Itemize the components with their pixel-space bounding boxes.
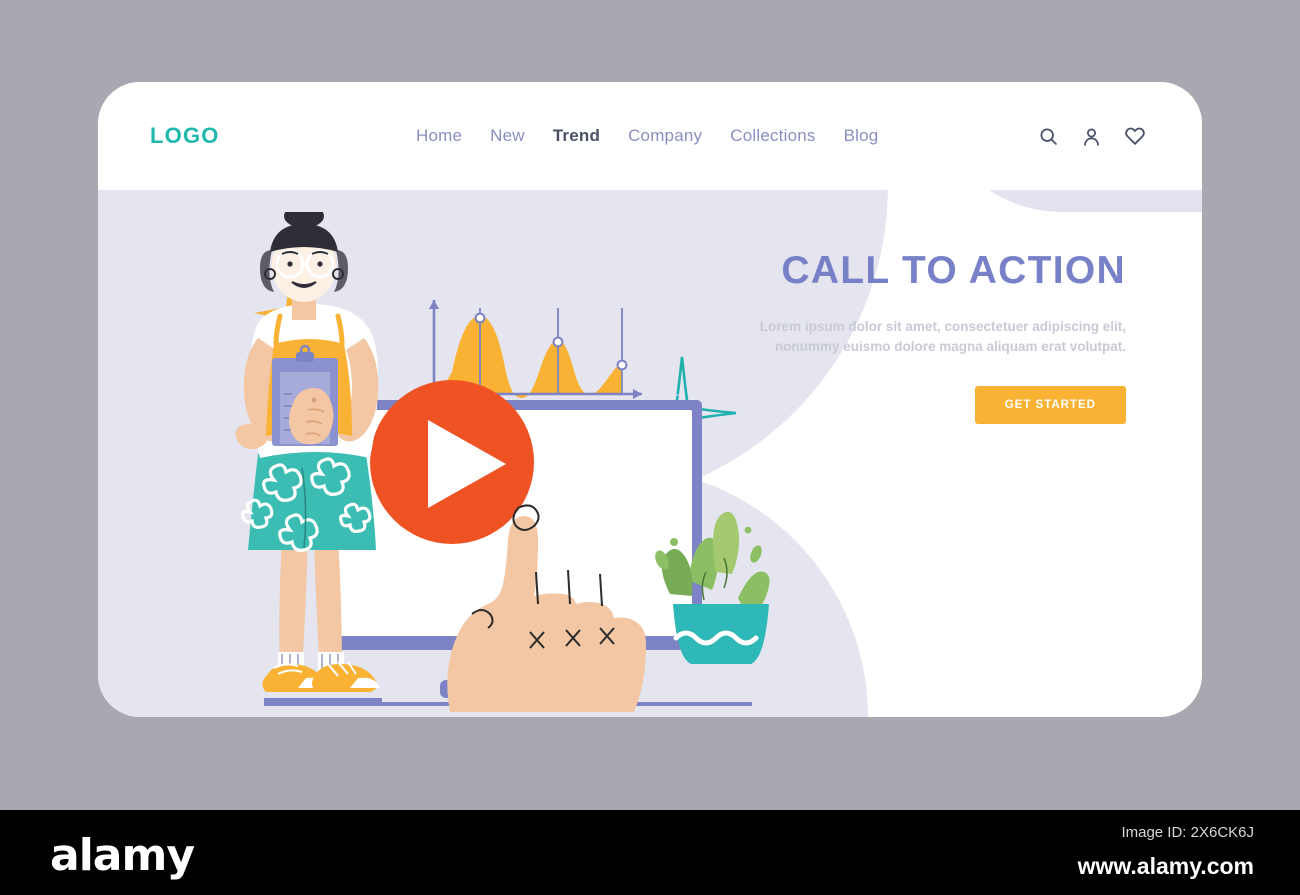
get-started-button[interactable]: GET STARTED [974, 385, 1126, 424]
heart-icon[interactable] [1124, 125, 1146, 147]
site-logo[interactable]: LOGO [150, 123, 220, 149]
play-button [370, 380, 534, 544]
cta-body: Lorem ipsum dolor sit amet, consectetuer… [759, 318, 1126, 355]
screenshot-stage: LOGO Home New Trend Company Collections … [0, 0, 1300, 895]
alamy-watermark-bar: alamy Image ID: 2X6CK6J www.alamy.com [0, 810, 1300, 895]
header-icon-group [1038, 125, 1146, 147]
user-icon[interactable] [1081, 126, 1102, 147]
nav-item-company[interactable]: Company [628, 126, 702, 146]
nav-item-trend[interactable]: Trend [553, 126, 600, 146]
cta-title: CALL TO ACTION [781, 249, 1126, 292]
landing-page-card: LOGO Home New Trend Company Collections … [98, 82, 1202, 717]
cta-block: CALL TO ACTION Lorem ipsum dolor sit ame… [734, 249, 1126, 424]
alamy-url: www.alamy.com [1077, 853, 1254, 879]
nav-item-new[interactable]: New [490, 126, 525, 146]
nav-item-blog[interactable]: Blog [844, 126, 879, 146]
main-nav: Home New Trend Company Collections Blog [416, 126, 878, 146]
nav-item-collections[interactable]: Collections [730, 126, 815, 146]
hero-illustration [218, 212, 818, 717]
top-navigation-bar: LOGO Home New Trend Company Collections … [98, 82, 1202, 190]
alamy-logo: alamy [50, 830, 195, 881]
search-icon[interactable] [1038, 126, 1059, 147]
alamy-image-id: Image ID: 2X6CK6J [1121, 824, 1254, 841]
nav-item-home[interactable]: Home [416, 126, 462, 146]
